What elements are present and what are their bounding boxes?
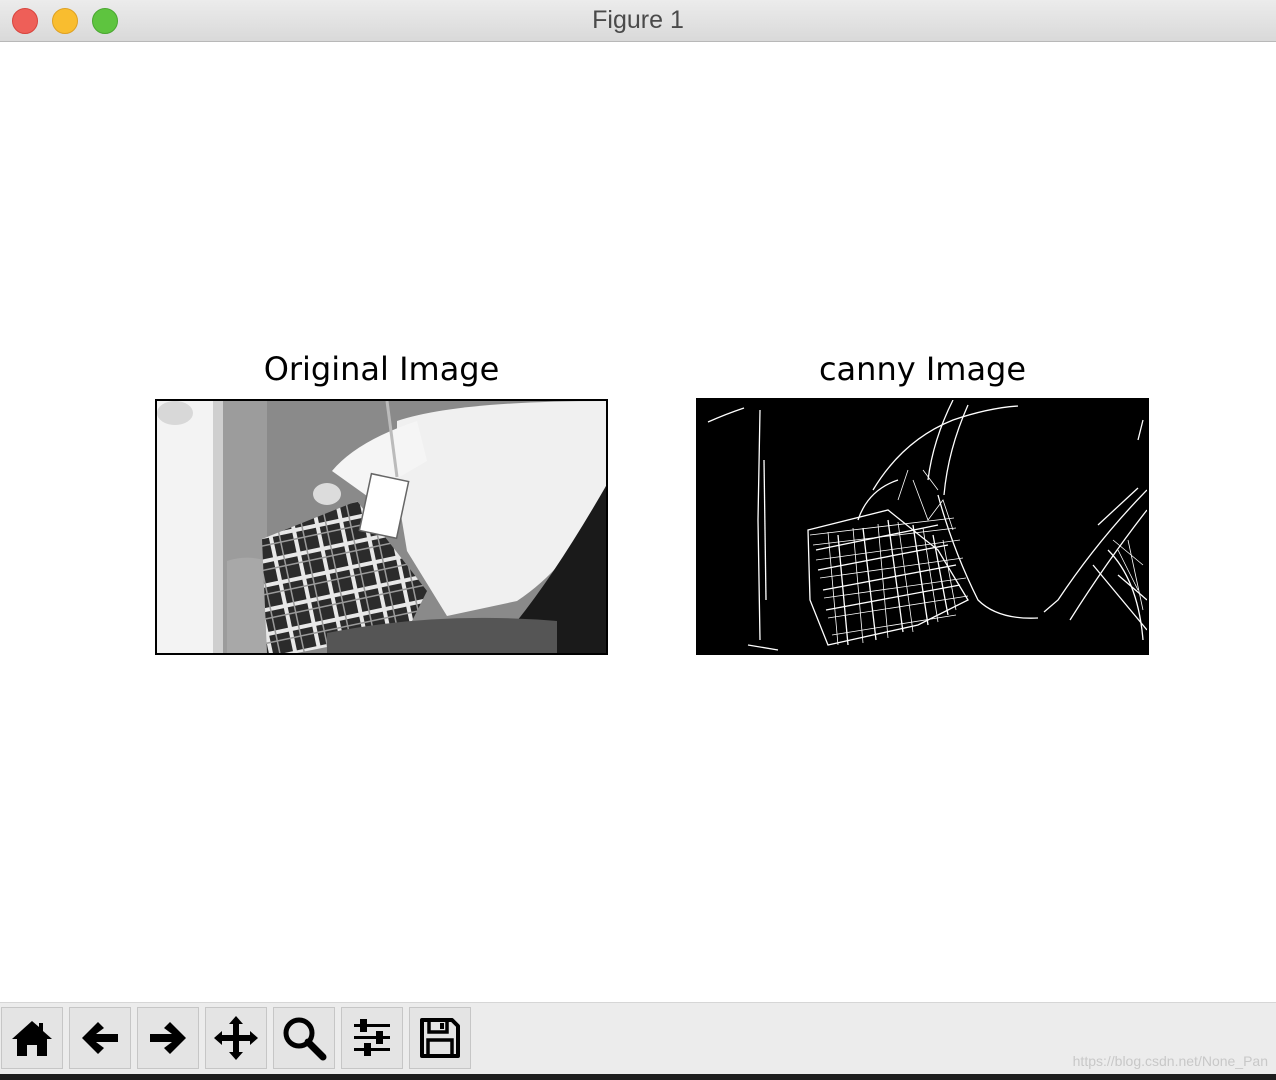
pan-button[interactable] xyxy=(205,1007,267,1069)
original-image xyxy=(157,401,606,653)
axes-original-image[interactable] xyxy=(155,399,608,655)
axes-canny-image[interactable] xyxy=(696,398,1149,655)
canny-edge-image xyxy=(698,400,1147,653)
sliders-configure-icon xyxy=(354,1019,390,1056)
axes-title-original: Original Image xyxy=(263,350,500,388)
pan-move-icon xyxy=(214,1016,258,1060)
forward-button[interactable] xyxy=(137,1007,199,1069)
back-arrow-icon xyxy=(82,1022,118,1054)
figure-canvas[interactable]: Original Image canny Image xyxy=(0,42,1276,1002)
home-icon xyxy=(12,1021,52,1056)
zoom-magnifier-icon xyxy=(283,1017,327,1061)
back-button[interactable] xyxy=(69,1007,131,1069)
window-titlebar: Figure 1 xyxy=(0,0,1276,42)
forward-arrow-icon xyxy=(150,1022,186,1054)
save-button[interactable] xyxy=(409,1007,471,1069)
window-bottom-edge xyxy=(0,1074,1276,1080)
axes-title-canny: canny Image xyxy=(818,350,1027,388)
navigation-toolbar: https://blog.csdn.net/None_Pan xyxy=(0,1002,1276,1075)
zoom-button[interactable] xyxy=(273,1007,335,1069)
floppy-save-icon xyxy=(420,1018,460,1058)
window-title: Figure 1 xyxy=(592,6,684,34)
watermark-text: https://blog.csdn.net/None_Pan xyxy=(1072,1053,1268,1069)
home-button[interactable] xyxy=(1,1007,63,1069)
configure-subplots-button[interactable] xyxy=(341,1007,403,1069)
